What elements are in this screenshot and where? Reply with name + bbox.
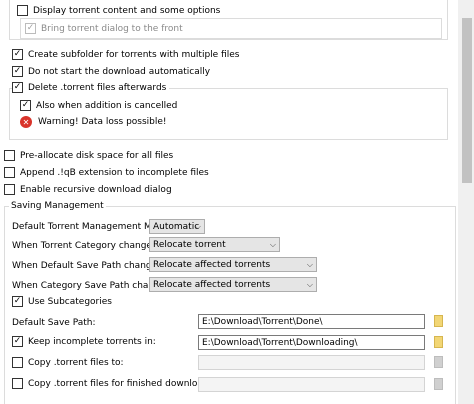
- check-icon: ✓: [13, 66, 22, 76]
- check-icon: ✓: [26, 23, 35, 33]
- chevron-down-icon: ⌵: [194, 222, 201, 231]
- keep-incomplete-label: Keep incomplete torrents in:: [28, 336, 156, 347]
- do-not-start-checkbox[interactable]: ✓: [12, 66, 23, 77]
- recursive-dialog-checkbox-row[interactable]: Enable recursive download dialog: [4, 184, 172, 195]
- check-icon: ✓: [13, 49, 22, 59]
- use-subcategories-checkbox-row[interactable]: ✓ Use Subcategories: [12, 296, 112, 307]
- recursive-dialog-label: Enable recursive download dialog: [20, 184, 172, 195]
- folder-icon: [433, 315, 443, 327]
- copy-finished-checkbox-row[interactable]: Copy .torrent files for finished downloa…: [12, 378, 228, 389]
- preallocate-checkbox-row[interactable]: Pre-allocate disk space for all files: [4, 150, 173, 161]
- preallocate-label: Pre-allocate disk space for all files: [20, 150, 174, 161]
- error-icon: ✕: [20, 116, 32, 128]
- bring-front-checkbox[interactable]: ✓: [25, 23, 36, 34]
- append-ext-checkbox[interactable]: [4, 167, 15, 178]
- check-icon: ✓: [13, 296, 22, 306]
- also-cancelled-checkbox[interactable]: ✓: [20, 100, 31, 111]
- warning-text: Warning! Data loss possible!: [38, 117, 167, 127]
- copy-finished-checkbox[interactable]: [12, 378, 23, 389]
- also-cancelled-label: Also when addition is cancelled: [36, 100, 178, 111]
- folder-icon: [433, 378, 443, 390]
- use-subcategories-label: Use Subcategories: [28, 296, 112, 307]
- chevron-down-icon: ⌵: [306, 260, 313, 269]
- default-path-changed-combo[interactable]: Relocate affected torrents ⌵: [149, 257, 317, 272]
- preallocate-checkbox[interactable]: [4, 150, 15, 161]
- category-path-changed-value: Relocate affected torrents: [153, 279, 271, 290]
- keep-incomplete-input[interactable]: E:\Download\Torrent\Downloading\: [198, 335, 425, 350]
- chevron-down-icon: ⌵: [269, 240, 276, 249]
- copy-torrent-input[interactable]: [198, 355, 425, 370]
- display-content-checkbox-row[interactable]: Display torrent content and some options: [17, 5, 220, 16]
- mode-value: Automatic: [153, 221, 200, 232]
- check-icon: ✓: [13, 336, 22, 346]
- copy-torrent-checkbox-row[interactable]: Copy .torrent files to:: [12, 357, 124, 368]
- default-save-path-browse-button[interactable]: [431, 313, 445, 329]
- append-ext-label: Append .!qB extension to incomplete file…: [20, 167, 209, 178]
- copy-finished-input[interactable]: [198, 377, 425, 392]
- scrollbar-thumb[interactable]: [462, 18, 472, 183]
- options-panel: Display torrent content and some options…: [0, 0, 458, 404]
- saving-management-title: Saving Management: [9, 201, 106, 211]
- bring-front-checkbox-row[interactable]: ✓ Bring torrent dialog to the front: [25, 23, 183, 34]
- category-changed-value: Relocate torrent: [153, 239, 226, 250]
- recursive-dialog-checkbox[interactable]: [4, 184, 15, 195]
- check-icon: ✓: [21, 100, 30, 110]
- copy-finished-browse-button[interactable]: [431, 376, 445, 392]
- create-subfolder-checkbox-row[interactable]: ✓ Create subfolder for torrents with mul…: [12, 49, 239, 60]
- warning-row: ✕ Warning! Data loss possible!: [20, 116, 167, 128]
- default-path-changed-value: Relocate affected torrents: [153, 259, 271, 270]
- category-changed-label: When Torrent Category changed:: [12, 241, 161, 251]
- keep-incomplete-browse-button[interactable]: [431, 334, 445, 350]
- default-save-path-label: Default Save Path:: [12, 318, 96, 328]
- delete-torrent-label: Delete .torrent files afterwards: [28, 82, 167, 93]
- display-content-checkbox[interactable]: [17, 5, 28, 16]
- bring-front-label: Bring torrent dialog to the front: [41, 23, 183, 34]
- do-not-start-label: Do not start the download automatically: [28, 66, 211, 77]
- append-ext-checkbox-row[interactable]: Append .!qB extension to incomplete file…: [4, 167, 209, 178]
- delete-torrent-group: [9, 88, 448, 140]
- copy-torrent-checkbox[interactable]: [12, 357, 23, 368]
- mode-combo[interactable]: Automatic ⌵: [149, 219, 205, 234]
- copy-torrent-browse-button[interactable]: [431, 354, 445, 370]
- create-subfolder-label: Create subfolder for torrents with multi…: [28, 49, 240, 60]
- use-subcategories-checkbox[interactable]: ✓: [12, 296, 23, 307]
- delete-torrent-checkbox[interactable]: ✓: [12, 82, 23, 93]
- keep-incomplete-checkbox-row[interactable]: ✓ Keep incomplete torrents in:: [12, 336, 156, 347]
- do-not-start-checkbox-row[interactable]: ✓ Do not start the download automaticall…: [12, 66, 210, 77]
- chevron-down-icon: ⌵: [306, 280, 313, 289]
- create-subfolder-checkbox[interactable]: ✓: [12, 49, 23, 60]
- default-save-path-value: E:\Download\Torrent\Done\: [202, 316, 323, 327]
- folder-icon: [433, 336, 443, 348]
- default-save-path-input[interactable]: E:\Download\Torrent\Done\: [198, 314, 425, 329]
- check-icon: ✓: [13, 82, 22, 92]
- folder-icon: [433, 356, 443, 368]
- delete-torrent-checkbox-row[interactable]: ✓ Delete .torrent files afterwards: [12, 82, 170, 93]
- default-path-changed-label: When Default Save Path changed:: [12, 261, 166, 271]
- keep-incomplete-value: E:\Download\Torrent\Downloading\: [202, 337, 358, 348]
- mode-label: Default Torrent Management Mode:: [12, 222, 172, 232]
- category-path-changed-combo[interactable]: Relocate affected torrents ⌵: [149, 277, 317, 292]
- category-changed-combo[interactable]: Relocate torrent ⌵: [149, 237, 280, 252]
- display-content-label: Display torrent content and some options: [33, 5, 221, 16]
- keep-incomplete-checkbox[interactable]: ✓: [12, 336, 23, 347]
- also-cancelled-checkbox-row[interactable]: ✓ Also when addition is cancelled: [20, 100, 177, 111]
- copy-torrent-label: Copy .torrent files to:: [28, 357, 124, 368]
